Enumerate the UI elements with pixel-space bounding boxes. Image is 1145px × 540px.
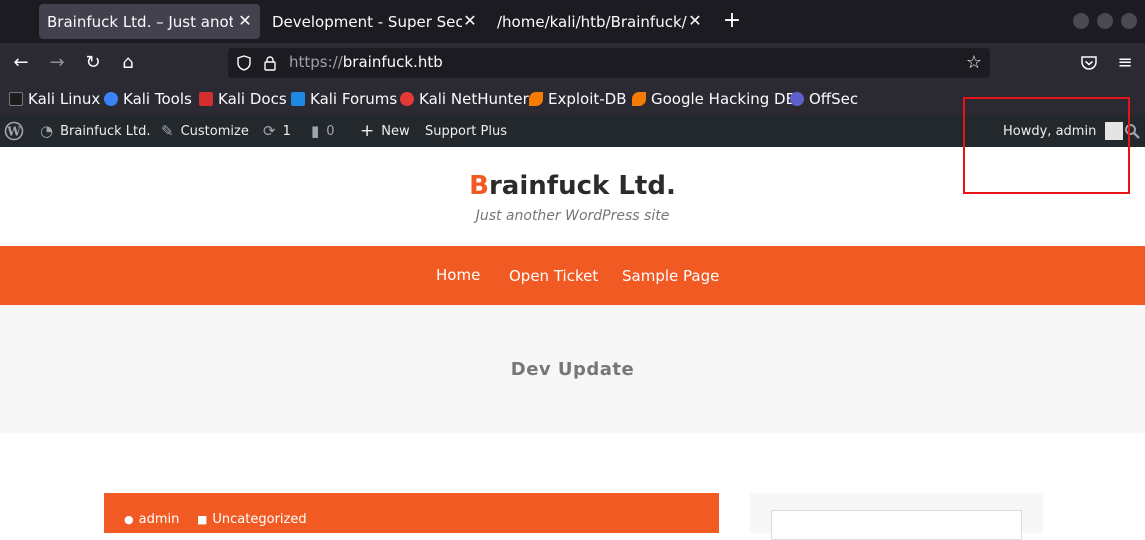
url-scheme: https:// — [289, 53, 343, 71]
lock-icon — [264, 56, 276, 71]
bookmark-kali-tools[interactable]: Kali Tools — [104, 89, 192, 109]
updates-count: 1 — [282, 123, 291, 139]
tab-title: Development - Super Secret F — [272, 12, 462, 31]
bookmark-kali-docs[interactable]: Kali Docs — [199, 89, 287, 109]
site-title-initial: B — [469, 171, 489, 201]
site-title-rest: rainfuck Ltd. — [488, 171, 676, 201]
close-window-button[interactable] — [1121, 13, 1137, 29]
kali-docs-icon — [199, 92, 213, 106]
star-icon[interactable]: ☆ — [962, 51, 986, 75]
menu-item-open-ticket[interactable]: Open Ticket — [509, 267, 598, 285]
site-tagline: Just another WordPress site — [475, 208, 670, 224]
comments-count: 0 — [326, 123, 335, 139]
admin-site-link[interactable]: ◔ Brainfuck Ltd. — [40, 115, 151, 147]
url-bar[interactable]: https://brainfuck.htb ☆ — [228, 48, 990, 78]
bookmark-offsec[interactable]: OffSec — [790, 89, 858, 109]
plus-icon: + — [360, 121, 375, 141]
bookmark-kali-linux[interactable]: Kali Linux — [9, 89, 100, 109]
primary-menu: Home Open Ticket Sample Page — [0, 246, 1145, 305]
new-content-link[interactable]: + New — [360, 115, 410, 147]
bookmark-google-hacking-db[interactable]: Google Hacking DB — [632, 89, 796, 109]
sidebar — [750, 493, 1043, 540]
nethunter-icon — [400, 92, 414, 106]
tab-title: Brainfuck Ltd. – Just another W — [47, 12, 233, 31]
dashboard-icon: ◔ — [40, 122, 54, 140]
forward-icon[interactable]: → — [45, 51, 69, 75]
new-tab-button[interactable]: + — [720, 8, 744, 34]
updates-icon: ⟳ — [263, 122, 276, 140]
ghdb-icon — [632, 92, 646, 106]
menu-icon[interactable]: ≡ — [1113, 51, 1137, 75]
back-icon[interactable]: ← — [9, 51, 33, 75]
bookmark-exploit-db[interactable]: Exploit-DB — [529, 89, 627, 109]
maximize-button[interactable] — [1097, 13, 1113, 29]
home-icon[interactable]: ⌂ — [116, 51, 140, 75]
offsec-icon — [790, 92, 804, 106]
bookmark-kali-forums[interactable]: Kali Forums — [291, 89, 397, 109]
svg-text:W: W — [6, 125, 21, 139]
sidebar-search-input[interactable] — [771, 510, 1022, 540]
annotation-highlight — [963, 97, 1130, 194]
wordpress-icon: W — [4, 121, 24, 141]
exploit-db-icon — [529, 92, 543, 106]
pocket-icon[interactable] — [1080, 54, 1098, 72]
menu-item-home[interactable]: Home — [436, 266, 480, 284]
bookmark-kali-nethunter[interactable]: Kali NetHunter — [400, 89, 529, 109]
navigation-bar: ← → ↻ ⌂ https://brainfuck.htb ☆ ≡ — [0, 43, 1145, 83]
customize-link[interactable]: ✎ Customize — [161, 115, 249, 147]
close-tab-icon[interactable]: ✕ — [236, 11, 254, 31]
comment-icon: ▮ — [311, 122, 320, 140]
post-card: ● admin ■ Uncategorized — [104, 493, 719, 533]
kali-icon — [9, 92, 23, 106]
close-tab-icon[interactable]: ✕ — [686, 11, 704, 31]
shield-icon — [237, 55, 251, 71]
tab-strip: Brainfuck Ltd. – Just another W ✕ Develo… — [0, 0, 1145, 43]
close-tab-icon[interactable]: ✕ — [461, 11, 479, 31]
updates-link[interactable]: ⟳ 1 — [263, 115, 291, 147]
reload-icon[interactable]: ↻ — [81, 51, 105, 75]
tab-brainfuck[interactable]: Brainfuck Ltd. – Just another W ✕ — [39, 4, 260, 39]
support-plus-link[interactable]: Support Plus — [425, 115, 507, 147]
kali-tools-icon — [104, 92, 118, 106]
comments-link[interactable]: ▮ 0 — [311, 115, 335, 147]
menu-item-sample-page[interactable]: Sample Page — [622, 267, 719, 285]
tab-development[interactable]: Development - Super Secret F ✕ — [264, 4, 485, 39]
wordpress-logo-icon[interactable]: W — [4, 115, 24, 147]
minimize-button[interactable] — [1073, 13, 1089, 29]
url-text: https://brainfuck.htb — [289, 53, 443, 71]
tab-log[interactable]: /home/kali/htb/Brainfuck/log ✕ — [489, 4, 710, 39]
url-host: brainfuck.htb — [342, 53, 443, 71]
kali-forums-icon — [291, 92, 305, 106]
page-banner: Dev Update — [0, 305, 1145, 433]
page-title: Dev Update — [510, 359, 635, 380]
tab-title: /home/kali/htb/Brainfuck/log — [497, 12, 687, 31]
brush-icon: ✎ — [161, 122, 174, 140]
